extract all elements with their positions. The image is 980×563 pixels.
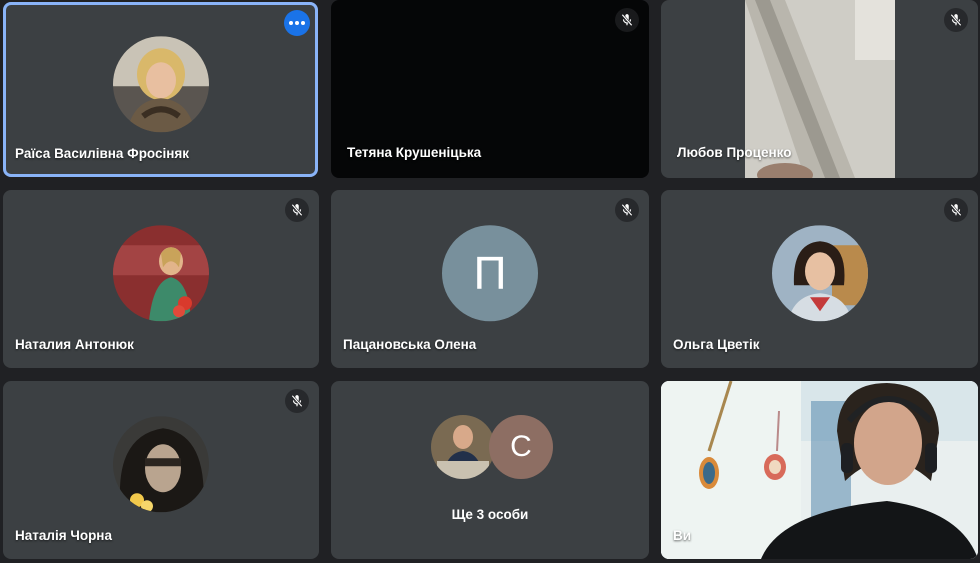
participant-name: Наталия Антонюк [15, 337, 134, 352]
participant-tile[interactable]: Ольга Цветік [661, 190, 978, 368]
participant-avatar [113, 225, 209, 322]
participant-name: Тетяна Крушеніцька [347, 145, 482, 160]
participant-tile[interactable]: Тетяна Крушеніцька [331, 0, 649, 178]
avatar-initial: С [510, 430, 532, 463]
participant-avatar [771, 225, 868, 322]
participant-tile[interactable]: Любов Проценко [661, 0, 978, 178]
participant-name: Пацановська Олена [343, 337, 477, 352]
participant-avatar [431, 415, 495, 479]
participant-name: Ольга Цветік [673, 337, 760, 352]
participant-tile[interactable]: Наталія Чорна [3, 381, 319, 559]
mic-off-icon [944, 8, 968, 32]
participant-tile[interactable]: Раїса Василівна Фросіняк [3, 2, 318, 177]
self-label: Ви [673, 528, 692, 543]
mic-off-icon [285, 389, 309, 413]
participant-name: Любов Проценко [677, 145, 792, 160]
self-view-tile[interactable]: Ви [661, 381, 978, 559]
mic-off-icon [615, 198, 639, 222]
more-options-button[interactable] [284, 10, 310, 36]
participant-tile[interactable]: Наталия Антонюк [3, 190, 319, 368]
more-participants-label: Ще 3 особи [451, 507, 529, 522]
participant-name: Наталія Чорна [15, 528, 112, 543]
participant-name: Раїса Василівна Фросіняк [15, 146, 190, 161]
mic-off-icon [285, 198, 309, 222]
mic-off-icon [615, 8, 639, 32]
more-participants-tile[interactable]: С Ще 3 особи [331, 381, 649, 559]
overflow-avatars: С [331, 415, 649, 481]
mic-off-icon [944, 198, 968, 222]
participant-avatar [113, 416, 209, 513]
participant-avatar: П [442, 225, 538, 322]
participant-avatar: С [489, 415, 553, 479]
avatar-initial: П [473, 247, 507, 300]
participant-avatar [112, 35, 209, 132]
self-video [661, 381, 978, 559]
participant-tile[interactable]: П Пацановська Олена [331, 190, 649, 368]
